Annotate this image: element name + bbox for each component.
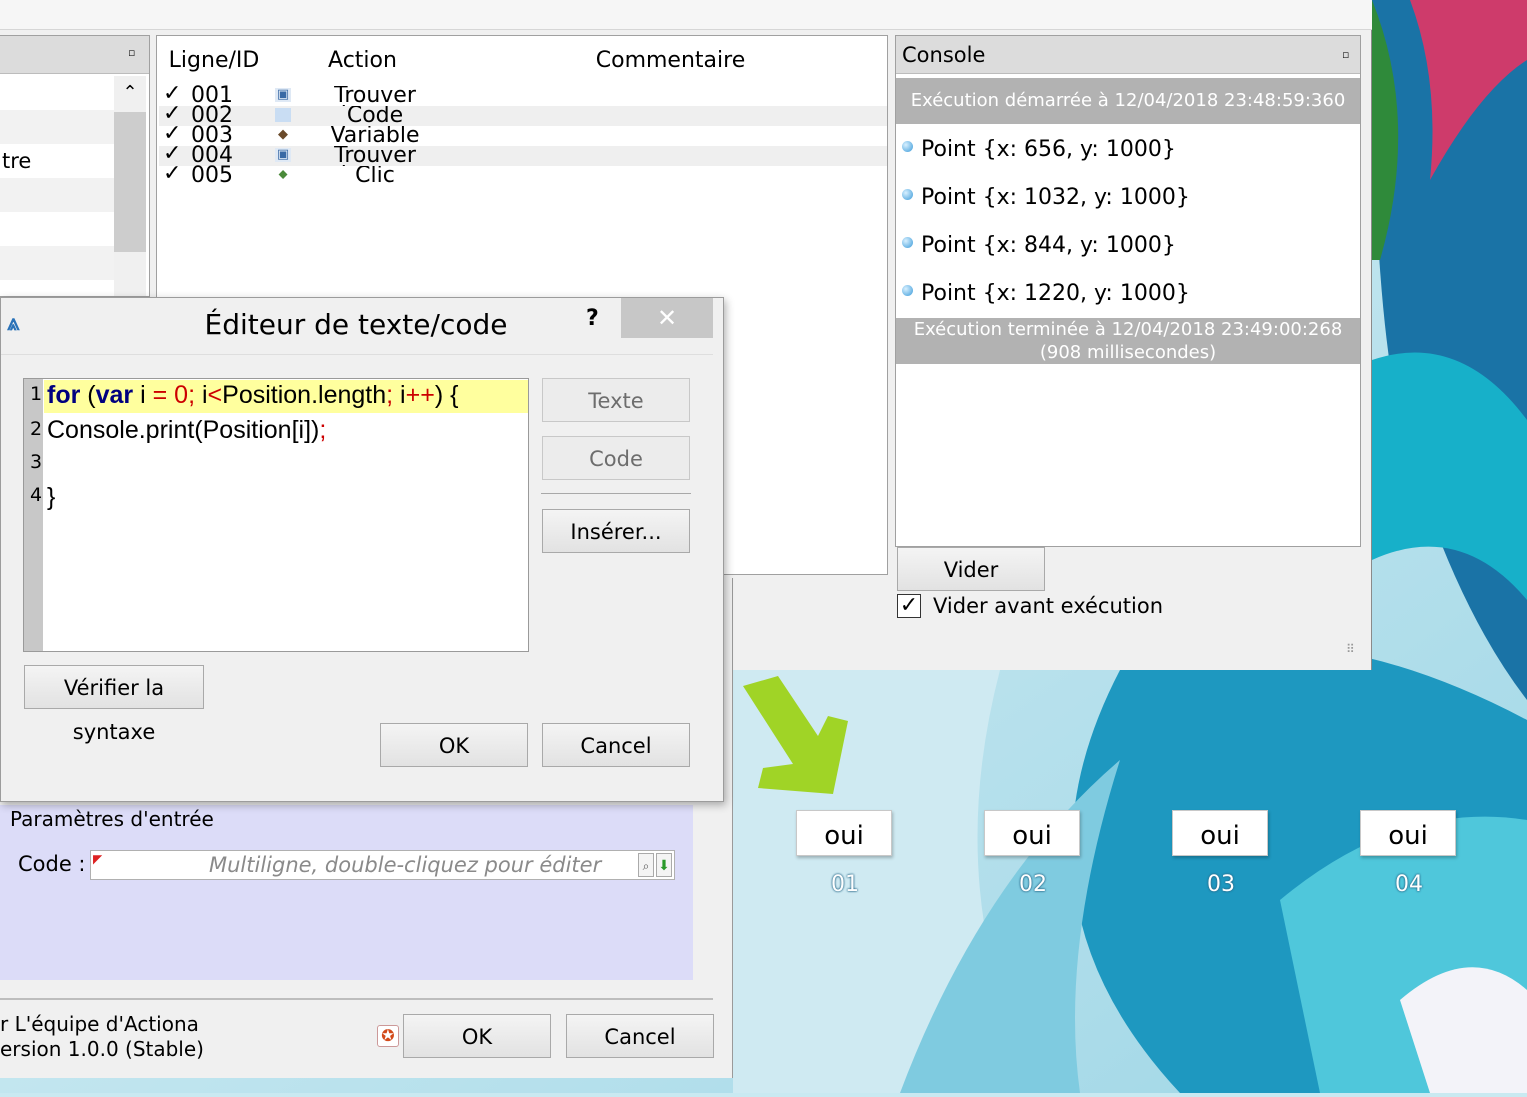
console-line: Point {x: 844, y: 1000} — [902, 231, 1176, 261]
column-header-line-id[interactable]: Ligne/ID — [157, 36, 272, 84]
help-button[interactable]: ? — [586, 306, 599, 331]
clear-before-label: Vider avant exécution — [933, 594, 1164, 618]
author-text: r L'équipe d'Actiona — [0, 1012, 199, 1036]
console-panel: Console ▫ Exécution démarrée à 12/04/201… — [895, 35, 1361, 547]
line-number: 2 — [30, 418, 43, 440]
code-label: Code : — [18, 852, 86, 876]
help-lifebuoy-icon[interactable]: ✪ — [377, 1025, 399, 1047]
float-icon[interactable]: ▫ — [128, 46, 135, 59]
line-number: 3 — [30, 451, 43, 473]
footer-cancel-button[interactable]: Cancel — [566, 1014, 714, 1058]
code-editor[interactable]: 1 2 3 4 for (var i = 0; i<Position.lengt… — [23, 378, 529, 652]
code-field-placeholder: Multiligne, double-cliquez pour éditer — [209, 853, 602, 877]
list-item[interactable] — [0, 76, 114, 110]
variable-icon: ◆ — [278, 127, 288, 142]
list-item[interactable] — [0, 110, 114, 144]
console-line: Point {x: 1032, y: 1000} — [902, 183, 1190, 213]
key-button[interactable]: oui — [1172, 810, 1268, 856]
parameters-title: Paramètres d'entrée — [10, 807, 214, 831]
key-number: 04 — [1395, 872, 1423, 897]
code-field[interactable]: Multiligne, double-cliquez pour éditer ◤… — [90, 850, 675, 880]
clear-before-checkbox[interactable]: ✓ — [897, 594, 921, 618]
key-button[interactable]: oui — [1360, 810, 1456, 856]
dropdown-arrow-icon[interactable]: ⬇ — [656, 853, 672, 877]
checkbox-checked-icon[interactable]: ✓ — [163, 163, 181, 185]
console-line: Point {x: 1220, y: 1000} — [902, 279, 1190, 309]
image-icon: ▣ — [275, 87, 291, 102]
scrollbar[interactable]: ⌃ — [114, 76, 146, 296]
console-title-text: Console — [902, 43, 986, 67]
row-action: Variable — [330, 126, 420, 146]
code-mode-button[interactable]: Code — [542, 436, 690, 480]
end-banner: Exécution terminée à 12/04/2018 23:49:00… — [896, 318, 1360, 364]
column-header-comment[interactable]: Commentaire — [454, 36, 887, 84]
row-action: Code — [346, 106, 404, 126]
dialog-cancel-button[interactable]: Cancel — [542, 723, 690, 767]
version-text: ersion 1.0.0 (Stable) — [0, 1037, 204, 1061]
list-item[interactable] — [0, 246, 114, 280]
table-row[interactable]: ✓ 005 ⬥ Clic — [159, 163, 887, 188]
button-divider — [541, 493, 691, 494]
left-panel: ▫ tre ⌃ — [0, 35, 150, 297]
end-banner-duration: (908 millisecondes) — [1039, 342, 1217, 363]
row-action: Trouver image — [334, 86, 416, 106]
list-item[interactable] — [0, 212, 114, 246]
console-line: Point {x: 656, y: 1000} — [902, 135, 1176, 165]
row-id: 005 — [191, 163, 233, 188]
input-parameters-section: Paramètres d'entrée Code : Multiligne, d… — [0, 805, 693, 980]
close-button[interactable]: ✕ — [621, 298, 713, 338]
marker-icon: ◤ — [93, 852, 103, 866]
key-number: 01 — [831, 872, 859, 897]
row-action: Clic — [355, 166, 395, 186]
end-banner-line: Exécution terminée à 12/04/2018 23:49:00… — [913, 319, 1343, 340]
divider — [0, 998, 713, 1000]
toolbar — [0, 0, 1372, 30]
arrow-icon — [743, 676, 848, 794]
float-icon[interactable]: ▫ — [1342, 36, 1349, 74]
check-syntax-button[interactable]: Vérifier la syntaxe — [24, 665, 204, 744]
list-item[interactable]: tre — [0, 144, 114, 178]
line-number: 1 — [30, 383, 43, 405]
key-button[interactable]: oui — [796, 810, 892, 856]
image-icon: ▣ — [275, 147, 291, 162]
row-action: Trouver image — [334, 146, 416, 166]
table-row[interactable]: ✓ 003 ◆ Variable — [159, 123, 887, 147]
dialog-title: Éditeur de texte/code — [204, 308, 508, 341]
info-icon — [902, 141, 913, 152]
insert-button[interactable]: Insérer... — [542, 509, 690, 553]
info-icon — [902, 237, 913, 248]
line-number: 4 — [30, 484, 43, 506]
list-item[interactable] — [0, 178, 114, 212]
edit-icon[interactable]: ⌕ — [638, 853, 654, 877]
table-row[interactable]: ✓ 002 Code — [159, 103, 887, 127]
scroll-thumb[interactable] — [114, 112, 146, 252]
resize-grip-icon[interactable]: ⠿ — [1346, 642, 1355, 656]
text-mode-button[interactable]: Texte — [542, 378, 690, 422]
left-panel-title-bar: ▫ — [0, 36, 149, 74]
title-divider — [1, 354, 713, 355]
code-line: } — [47, 483, 56, 511]
info-icon — [902, 189, 913, 200]
code-editor-dialog: ⩓ Éditeur de texte/code ? ✕ 1 2 3 4 for … — [0, 297, 724, 802]
console-title: Console ▫ — [896, 36, 1360, 74]
code-line: for (var i = 0; i<Position.length; i++) … — [47, 381, 459, 409]
code-icon — [275, 108, 291, 122]
footer-ok-button[interactable]: OK — [403, 1014, 551, 1058]
scroll-up-icon[interactable]: ⌃ — [114, 76, 146, 110]
dialog-ok-button[interactable]: OK — [380, 723, 528, 767]
table-row[interactable]: ✓ 004 ▣ Trouver image — [159, 143, 887, 167]
actiona-app-icon: ⩓ — [7, 311, 20, 336]
click-icon: ⬥ — [278, 167, 288, 182]
key-number: 02 — [1019, 872, 1047, 897]
key-number: 03 — [1207, 872, 1235, 897]
start-banner: Exécution démarrée à 12/04/2018 23:48:59… — [896, 78, 1360, 124]
info-icon — [902, 285, 913, 296]
code-line: Console.print(Position[i]); — [47, 416, 327, 444]
column-header-action[interactable]: Action — [271, 36, 455, 84]
clear-console-button[interactable]: Vider — [897, 547, 1045, 591]
table-row[interactable]: ✓ 001 ▣ Trouver image — [159, 83, 887, 107]
key-button[interactable]: oui — [984, 810, 1080, 856]
